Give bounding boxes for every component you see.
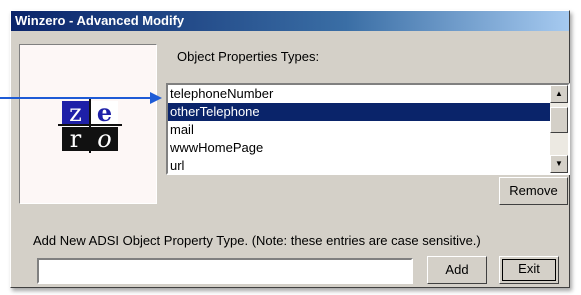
list-item[interactable]: telephoneNumber bbox=[168, 85, 550, 103]
scroll-down-arrow-icon[interactable]: ▼ bbox=[550, 155, 568, 173]
list-item[interactable]: mail bbox=[168, 121, 550, 139]
scroll-up-arrow-icon[interactable]: ▲ bbox=[550, 85, 568, 103]
window-title: Winzero - Advanced Modify bbox=[15, 13, 185, 28]
logo-panel: z e r o bbox=[19, 44, 157, 204]
remove-button[interactable]: Remove bbox=[499, 177, 568, 205]
zero-logo: z e r o bbox=[58, 97, 122, 153]
logo-letter-o: o bbox=[91, 127, 118, 151]
list-item-selected[interactable]: otherTelephone bbox=[168, 103, 550, 121]
logo-letter-z: z bbox=[62, 101, 89, 125]
new-property-input[interactable] bbox=[37, 258, 413, 284]
list-item[interactable]: url bbox=[168, 157, 550, 173]
scrollbar-thumb[interactable] bbox=[550, 107, 568, 133]
properties-listbox[interactable]: telephoneNumber otherTelephone mail wwwH… bbox=[166, 83, 570, 175]
properties-label: Object Properties Types: bbox=[177, 49, 320, 64]
listbox-scrollbar[interactable]: ▲ ▼ bbox=[550, 85, 568, 173]
advanced-modify-window: Winzero - Advanced Modify z e r o Object… bbox=[10, 10, 570, 288]
window-titlebar[interactable]: Winzero - Advanced Modify bbox=[11, 11, 569, 31]
properties-list: telephoneNumber otherTelephone mail wwwH… bbox=[168, 85, 550, 173]
list-item[interactable]: wwwHomePage bbox=[168, 139, 550, 157]
instruction-text: Add New ADSI Object Property Type. (Note… bbox=[33, 233, 481, 248]
add-button[interactable]: Add bbox=[427, 256, 487, 284]
logo-letter-r: r bbox=[62, 127, 89, 151]
logo-letter-e: e bbox=[91, 101, 118, 125]
exit-button[interactable]: Exit bbox=[499, 256, 559, 284]
